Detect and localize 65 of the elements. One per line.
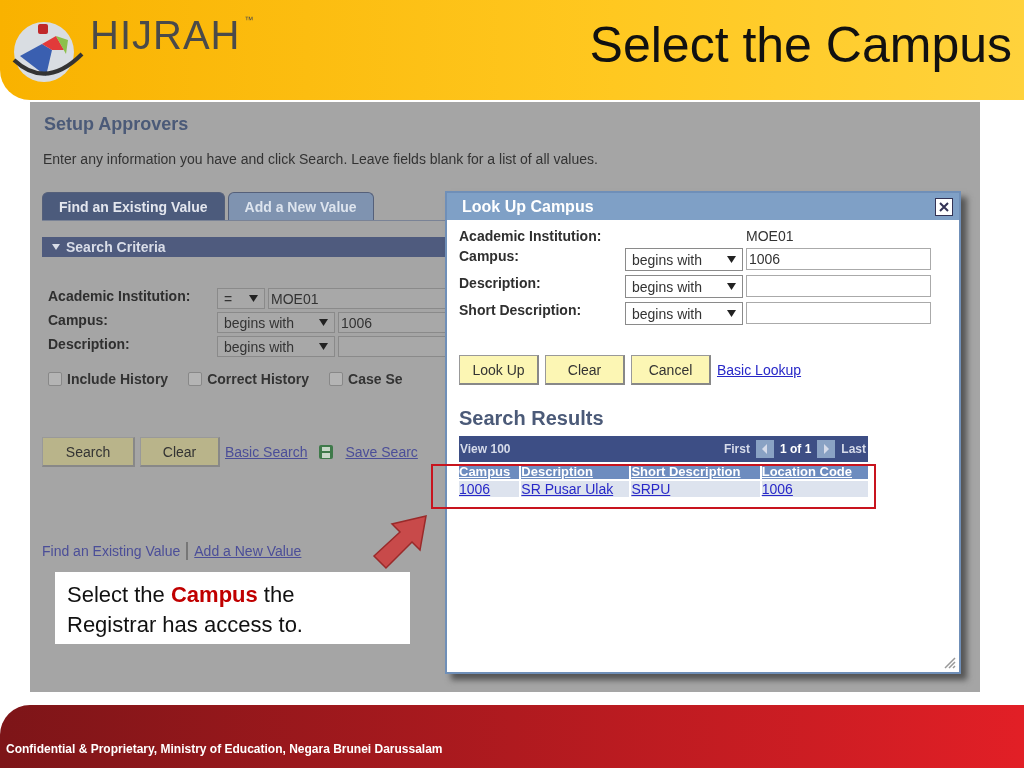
field-label: Academic Institution: bbox=[48, 288, 192, 304]
field-label: Campus: bbox=[459, 248, 520, 264]
dialog-button[interactable]: Cancel bbox=[631, 355, 711, 385]
trademark-mark: ™ bbox=[244, 15, 254, 25]
operator-dropdown[interactable]: begins with bbox=[217, 336, 335, 357]
close-button[interactable] bbox=[935, 197, 953, 216]
first-label: First bbox=[723, 442, 750, 456]
page-heading: Setup Approvers bbox=[44, 114, 190, 135]
dialog-button[interactable]: Look Up bbox=[459, 355, 539, 385]
caret-icon bbox=[727, 283, 736, 290]
tab[interactable]: Find an Existing Value bbox=[42, 192, 225, 220]
dialog-title: Look Up Campus bbox=[462, 197, 594, 216]
collapse-icon bbox=[52, 244, 60, 250]
checkbox-label: Include History bbox=[67, 371, 169, 387]
next-icon[interactable] bbox=[817, 440, 836, 458]
field-label: Short Description: bbox=[459, 302, 583, 318]
caret-icon bbox=[319, 343, 328, 350]
checkbox[interactable] bbox=[329, 372, 344, 386]
brand-name: HIJRAH bbox=[90, 12, 241, 58]
slide-title: Select the Campus bbox=[589, 16, 1012, 74]
checkbox[interactable] bbox=[188, 372, 203, 386]
view-all-text[interactable]: View 100 bbox=[460, 442, 511, 456]
input-field[interactable]: 1006 bbox=[746, 248, 931, 270]
caret-icon bbox=[319, 319, 328, 326]
operator-dropdown[interactable]: = bbox=[217, 288, 265, 309]
current-page-text: Find an Existing Value bbox=[42, 543, 181, 559]
search-form-button[interactable]: Search bbox=[42, 437, 135, 467]
previous-icon[interactable] bbox=[755, 440, 774, 458]
operator-dropdown[interactable]: begins with bbox=[625, 302, 743, 325]
operator-dropdown[interactable]: begins with bbox=[625, 275, 743, 298]
operator-dropdown[interactable]: begins with bbox=[625, 248, 743, 271]
input-field[interactable] bbox=[338, 336, 445, 357]
checkbox[interactable] bbox=[48, 372, 62, 386]
last-label: Last bbox=[841, 442, 866, 456]
checkbox-label: Case Se bbox=[348, 371, 403, 387]
field-label: Campus: bbox=[48, 312, 109, 328]
instructions-text: Enter any information you have and click Search. Leave fields blank for a list of all values. bbox=[43, 151, 599, 167]
input-field[interactable] bbox=[746, 275, 931, 297]
save-icon[interactable] bbox=[318, 444, 335, 460]
field-label: Description: bbox=[459, 275, 542, 291]
checkbox-label: Correct History bbox=[207, 371, 310, 387]
section-header[interactable]: Search Criteria bbox=[42, 237, 445, 257]
caret-icon bbox=[249, 295, 258, 302]
input-field[interactable]: MOE01 bbox=[268, 288, 445, 309]
page-count: 1 of 1 bbox=[779, 442, 812, 456]
dialog-button[interactable]: Clear bbox=[545, 355, 625, 385]
close-icon bbox=[938, 200, 950, 213]
caret-icon bbox=[727, 310, 736, 317]
callout-text: Select the Campus the Registrar has access to. bbox=[55, 572, 410, 644]
basic-search-link[interactable]: Basic Search bbox=[225, 444, 308, 460]
input-field[interactable] bbox=[746, 302, 931, 324]
section-title: Search Criteria bbox=[66, 239, 166, 255]
save-search-link[interactable]: Save Searc bbox=[345, 444, 418, 460]
caret-icon bbox=[727, 256, 736, 263]
operator-dropdown[interactable]: begins with bbox=[217, 312, 335, 333]
footer-text: Confidential & Proprietary, Ministry of Education, Negara Brunei Darussalam bbox=[6, 742, 443, 756]
field-label: Description: bbox=[48, 336, 131, 352]
results-heading: Search Results bbox=[459, 407, 605, 430]
basic-lookup-link[interactable]: Basic Lookup bbox=[717, 362, 802, 378]
search-form-button[interactable]: Clear bbox=[140, 437, 220, 467]
page-link[interactable]: Add a New Value bbox=[194, 543, 302, 559]
field-label: Academic Institution: bbox=[459, 228, 603, 244]
input-field[interactable]: 1006 bbox=[338, 312, 445, 333]
resize-grip-icon[interactable] bbox=[944, 657, 956, 669]
field-value: MOE01 bbox=[746, 228, 795, 244]
